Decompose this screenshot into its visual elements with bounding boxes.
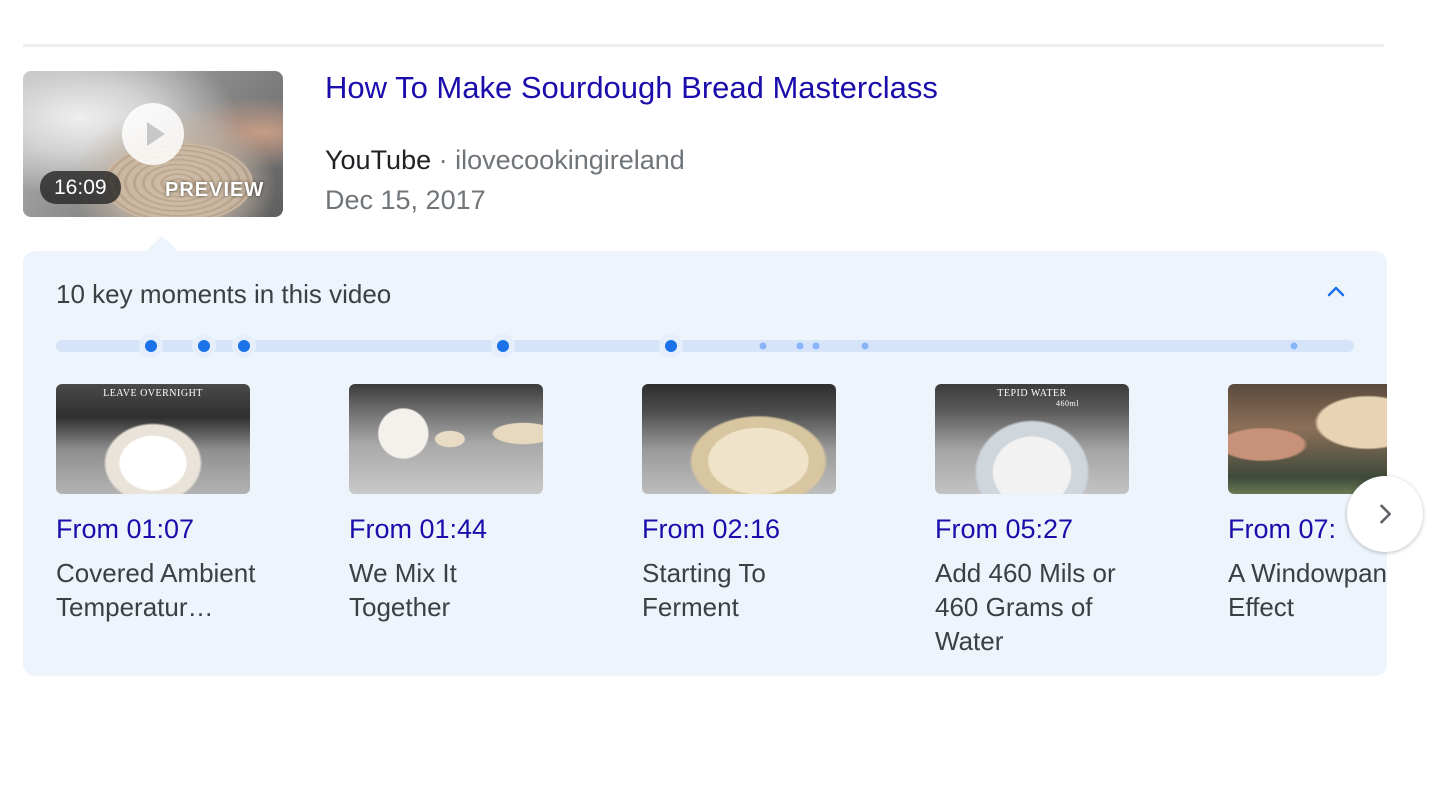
preview-label: PREVIEW (165, 179, 265, 201)
duration-badge: 16:09 (40, 171, 121, 204)
chevron-up-icon (1327, 286, 1345, 297)
moment-description: We Mix It Together (349, 558, 457, 622)
moment-thumbnail[interactable]: LEAVE OVERNIGHT (56, 384, 250, 494)
moment-time[interactable]: From 07: (1228, 514, 1336, 545)
timeline-marker[interactable] (238, 340, 250, 352)
moment-item[interactable]: From 02:16 Starting To Ferment (642, 384, 836, 622)
next-moments-button[interactable] (1347, 476, 1423, 552)
channel-name: ilovecookingireland (455, 145, 685, 175)
timeline-marker[interactable] (759, 342, 767, 350)
moment-item[interactable]: From 07: A Windowpane Effect (1228, 384, 1387, 622)
timeline-marker[interactable] (198, 340, 210, 352)
key-moments-heading: 10 key moments in this video (56, 279, 392, 309)
moment-description: Add 460 Mils or 460 Grams of Water (935, 558, 1116, 656)
moment-time[interactable]: From 01:44 (349, 514, 487, 545)
panel-pointer (145, 236, 179, 252)
timeline-marker[interactable] (1290, 342, 1298, 350)
moment-time[interactable]: From 02:16 (642, 514, 780, 545)
moments-timeline[interactable] (56, 340, 1354, 352)
timeline-marker[interactable] (812, 342, 820, 350)
play-button[interactable] (122, 103, 184, 165)
result-source: YouTube · ilovecookingireland (325, 145, 685, 176)
play-icon (147, 122, 165, 146)
moment-description: A Windowpane Effect (1228, 558, 1387, 622)
moment-item[interactable]: TEPID WATER 460ml From 05:27 Add 460 Mil… (935, 384, 1129, 656)
key-moments-panel: 10 key moments in this video LEAVE OVERN… (23, 251, 1387, 676)
moment-item[interactable]: From 01:44 We Mix It Together (349, 384, 543, 622)
video-thumbnail[interactable]: 16:09 PREVIEW (23, 71, 283, 217)
publish-date: Dec 15, 2017 (325, 185, 486, 215)
timeline-marker[interactable] (861, 342, 869, 350)
chevron-right-icon (1380, 504, 1391, 524)
source-site: YouTube (325, 145, 432, 175)
timeline-marker[interactable] (145, 340, 157, 352)
collapse-button[interactable] (1321, 277, 1351, 307)
moment-thumbnail[interactable] (1228, 384, 1387, 494)
moment-item[interactable]: LEAVE OVERNIGHT From 01:07 Covered Ambie… (56, 384, 255, 622)
result-title-link[interactable]: How To Make Sourdough Bread Masterclass (325, 70, 938, 106)
moment-caption: LEAVE OVERNIGHT (103, 388, 203, 399)
timeline-marker[interactable] (497, 340, 509, 352)
moment-description: Covered Ambient Temperatur… (56, 558, 256, 622)
moment-caption-main: TEPID WATER (997, 388, 1067, 399)
moment-caption-sub: 460ml (1056, 399, 1079, 408)
moment-description: Starting To Ferment (642, 558, 766, 622)
timeline-marker[interactable] (665, 340, 677, 352)
moment-thumbnail[interactable]: TEPID WATER 460ml (935, 384, 1129, 494)
timeline-marker[interactable] (796, 342, 804, 350)
moment-thumbnail[interactable] (349, 384, 543, 494)
moment-thumbnail[interactable] (642, 384, 836, 494)
source-separator: · (438, 145, 448, 175)
moment-time[interactable]: From 05:27 (935, 514, 1073, 545)
moment-time[interactable]: From 01:07 (56, 514, 194, 545)
moment-caption: TEPID WATER 460ml (935, 388, 1129, 408)
top-divider (23, 44, 1384, 47)
